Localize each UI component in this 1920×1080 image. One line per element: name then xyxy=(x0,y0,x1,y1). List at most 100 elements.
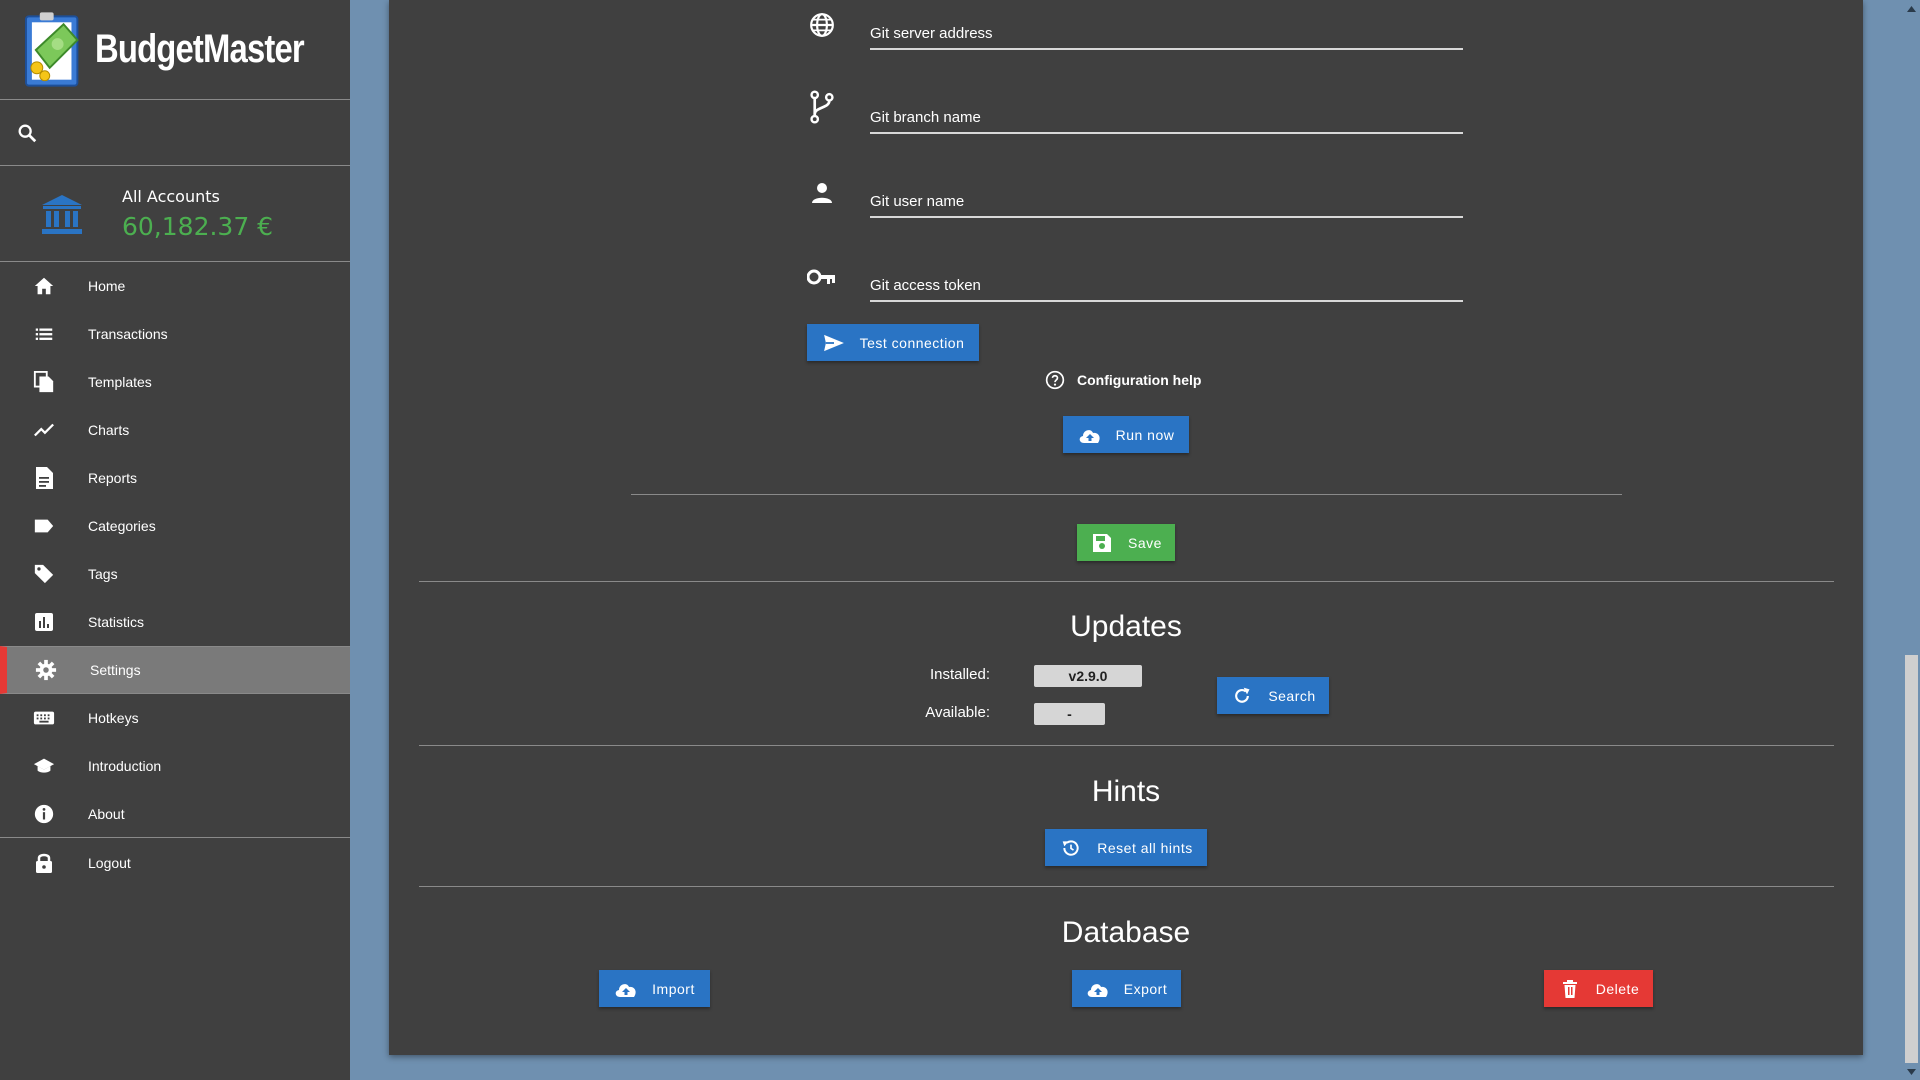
sidebar-item-introduction[interactable]: Introduction xyxy=(0,742,350,790)
sidebar-item-label: Settings xyxy=(90,662,141,678)
save-label: Save xyxy=(1128,534,1162,551)
run-now-button[interactable]: Run now xyxy=(1063,416,1189,453)
scroll-thumb[interactable] xyxy=(1905,655,1918,1063)
lock-icon xyxy=(32,851,56,875)
sidebar-item-about[interactable]: About xyxy=(0,790,350,838)
sidebar-item-label: Logout xyxy=(88,855,131,871)
divider xyxy=(419,886,1834,887)
scroll-down-arrow-icon[interactable] xyxy=(1903,1063,1920,1080)
git-branch-field[interactable] xyxy=(870,84,1463,134)
label-icon xyxy=(32,514,56,538)
git-token-field[interactable] xyxy=(870,252,1463,302)
sidebar-nav: Home Transactions Templates Charts Repor… xyxy=(0,262,350,888)
history-icon xyxy=(1059,836,1083,860)
delete-button[interactable]: Delete xyxy=(1544,970,1653,1007)
import-button[interactable]: Import xyxy=(599,970,710,1007)
divider xyxy=(631,494,1622,495)
file-copy-icon xyxy=(32,370,56,394)
tag-icon xyxy=(32,562,56,586)
app-name: BudgetMaster xyxy=(95,27,305,71)
search-icon[interactable] xyxy=(16,122,38,144)
database-title: Database xyxy=(1061,916,1191,949)
sidebar: BudgetMaster All Accounts 60,182.37 € Ho xyxy=(0,0,350,1080)
page-scrollbar[interactable] xyxy=(1903,0,1920,1080)
sidebar-item-label: Home xyxy=(88,278,126,294)
budgetmaster-logo-icon xyxy=(24,11,79,87)
key-icon xyxy=(807,262,837,292)
brand[interactable]: BudgetMaster xyxy=(0,0,350,100)
search-updates-button[interactable]: Search xyxy=(1217,677,1329,714)
installed-version-badge: v2.9.0 xyxy=(1034,665,1142,687)
keyboard-icon xyxy=(32,706,56,730)
sidebar-item-home[interactable]: Home xyxy=(0,262,350,310)
test-connection-button[interactable]: Test connection xyxy=(807,324,979,361)
school-icon xyxy=(32,754,56,778)
git-branch-row xyxy=(807,84,1463,144)
sidebar-item-templates[interactable]: Templates xyxy=(0,358,350,406)
bank-icon xyxy=(42,194,82,234)
divider xyxy=(419,581,1834,582)
save-button[interactable]: Save xyxy=(1077,524,1175,561)
sidebar-item-tags[interactable]: Tags xyxy=(0,550,350,598)
sidebar-item-hotkeys[interactable]: Hotkeys xyxy=(0,694,350,742)
git-user-row xyxy=(807,168,1463,228)
report-icon xyxy=(32,466,56,490)
sidebar-item-label: Charts xyxy=(88,422,130,438)
reset-hints-label: Reset all hints xyxy=(1097,839,1193,856)
sidebar-item-label: Categories xyxy=(88,518,156,534)
git-branch-icon xyxy=(807,90,837,124)
cloud-upload-icon xyxy=(1086,977,1110,1001)
settings-card: Test connection Configuration help Run n… xyxy=(389,0,1863,1055)
git-token-row xyxy=(807,252,1463,312)
sidebar-item-label: Introduction xyxy=(88,758,162,774)
sidebar-item-label: Reports xyxy=(88,470,138,486)
scroll-up-arrow-icon[interactable] xyxy=(1903,0,1920,17)
sidebar-item-label: Hotkeys xyxy=(88,710,139,726)
send-icon xyxy=(822,331,846,355)
sidebar-item-transactions[interactable]: Transactions xyxy=(0,310,350,358)
sidebar-item-reports[interactable]: Reports xyxy=(0,454,350,502)
sidebar-item-label: Tags xyxy=(88,566,118,582)
sidebar-search[interactable] xyxy=(0,100,350,166)
hints-title: Hints xyxy=(1091,775,1161,808)
git-server-row xyxy=(807,0,1463,60)
divider xyxy=(419,745,1834,746)
available-label: Available: xyxy=(925,704,990,721)
configuration-help-label: Configuration help xyxy=(1077,372,1202,388)
updates-title: Updates xyxy=(1070,610,1182,643)
line-chart-icon xyxy=(32,418,56,442)
git-server-field[interactable] xyxy=(870,0,1463,50)
info-icon xyxy=(32,802,56,826)
export-label: Export xyxy=(1123,980,1168,997)
cloud-upload-icon xyxy=(614,977,638,1001)
refresh-icon xyxy=(1230,684,1254,708)
test-connection-label: Test connection xyxy=(859,334,965,351)
account-selector[interactable]: All Accounts 60,182.37 € xyxy=(0,166,350,262)
cloud-upload-icon xyxy=(1078,423,1102,447)
reset-hints-button[interactable]: Reset all hints xyxy=(1045,829,1207,866)
export-button[interactable]: Export xyxy=(1072,970,1181,1007)
search-label: Search xyxy=(1268,687,1316,704)
bar-chart-icon xyxy=(32,610,56,634)
git-user-field[interactable] xyxy=(870,168,1463,218)
account-name: All Accounts xyxy=(122,186,220,206)
help-icon xyxy=(1045,370,1065,390)
trash-icon xyxy=(1558,977,1582,1001)
sidebar-item-label: Statistics xyxy=(88,614,145,630)
globe-icon xyxy=(807,10,837,40)
account-balance: 60,182.37 € xyxy=(122,211,274,241)
delete-label: Delete xyxy=(1595,980,1640,997)
sidebar-item-statistics[interactable]: Statistics xyxy=(0,598,350,646)
import-label: Import xyxy=(652,980,695,997)
sidebar-item-logout[interactable]: Logout xyxy=(0,838,350,888)
list-icon xyxy=(32,322,56,346)
sidebar-item-categories[interactable]: Categories xyxy=(0,502,350,550)
configuration-help-link[interactable]: Configuration help xyxy=(1045,368,1201,392)
home-icon xyxy=(32,274,56,298)
sidebar-item-settings[interactable]: Settings xyxy=(0,646,350,694)
sidebar-item-label: About xyxy=(88,805,125,822)
sidebar-item-label: Templates xyxy=(88,374,152,390)
available-version-badge: - xyxy=(1034,703,1105,725)
sidebar-item-charts[interactable]: Charts xyxy=(0,406,350,454)
gear-icon xyxy=(34,658,58,682)
